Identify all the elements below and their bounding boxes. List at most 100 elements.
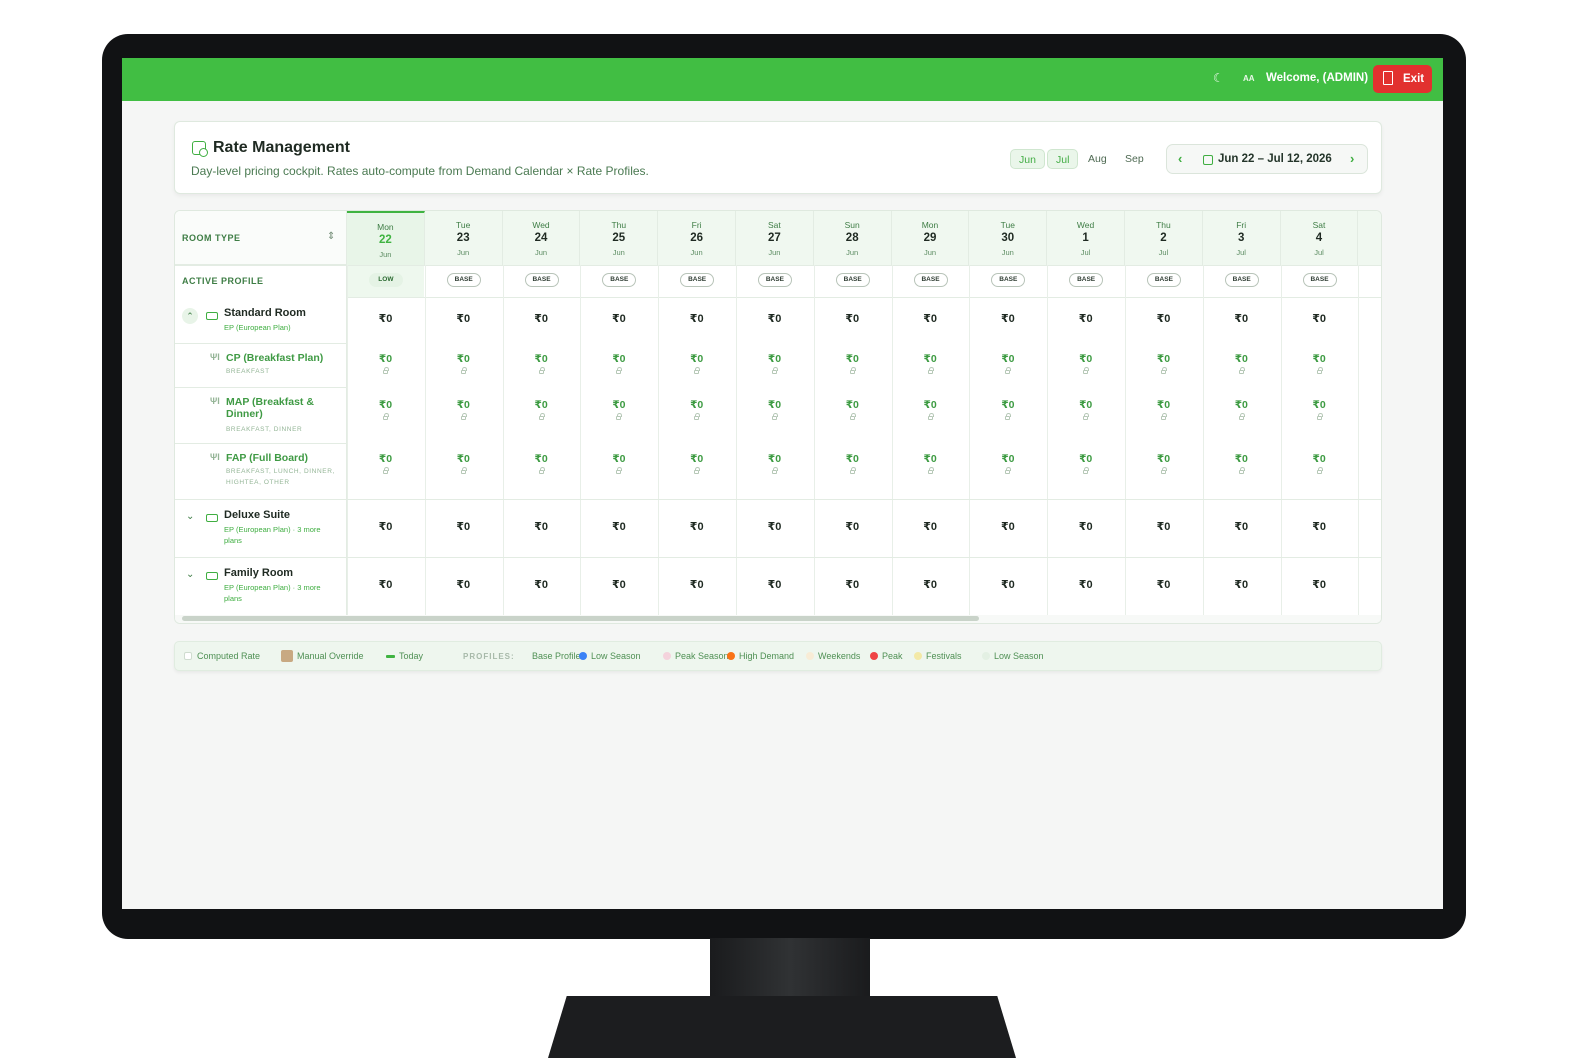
profile-badge[interactable]: BASE <box>991 273 1026 287</box>
rate-cell[interactable]: ₹0 <box>658 578 735 591</box>
rate-cell[interactable]: ₹0 <box>425 312 502 325</box>
profile-badge[interactable]: BASE <box>757 273 792 287</box>
rate-cell[interactable]: ₹0 <box>1047 453 1124 465</box>
profile-badge[interactable]: LOW <box>368 273 403 287</box>
rate-cell[interactable]: ₹0 <box>814 353 891 365</box>
rate-cell[interactable]: ₹0 <box>658 520 735 533</box>
rate-cell[interactable]: ₹0 <box>1203 520 1280 533</box>
rate-cell[interactable]: ₹0 <box>814 578 891 591</box>
profile-badge[interactable]: BASE <box>680 273 715 287</box>
rate-cell[interactable]: ₹0 <box>814 520 891 533</box>
moon-icon[interactable]: ☾ <box>1213 71 1224 85</box>
profile-badge[interactable]: BASE <box>835 273 870 287</box>
month-pill-aug[interactable]: Aug <box>1080 149 1115 169</box>
rate-cell[interactable]: ₹0 <box>736 453 813 465</box>
rate-cell[interactable]: ₹0 <box>969 520 1046 533</box>
rate-cell[interactable]: ₹0 <box>1203 453 1280 465</box>
rate-cell[interactable]: ₹0 <box>503 353 580 365</box>
rate-cell[interactable]: ₹0 <box>1125 578 1202 591</box>
rate-cell[interactable]: ₹0 <box>658 353 735 365</box>
rate-cell[interactable]: ₹0 <box>969 399 1046 411</box>
profile-badge[interactable]: BASE <box>1146 273 1181 287</box>
rate-cell[interactable]: ₹0 <box>736 399 813 411</box>
rate-cell[interactable]: ₹0 <box>425 578 502 591</box>
rate-cell[interactable]: ₹0 <box>736 578 813 591</box>
rate-cell[interactable]: ₹0 <box>425 353 502 365</box>
rate-cell[interactable]: ₹0 <box>892 399 969 411</box>
rate-cell[interactable]: ₹0 <box>1203 312 1280 325</box>
rate-cell[interactable]: ₹0 <box>1125 353 1202 365</box>
rate-cell[interactable]: ₹0 <box>892 353 969 365</box>
rate-cell[interactable]: ₹0 <box>503 312 580 325</box>
chevron-down-icon[interactable]: ⌄ <box>186 511 194 522</box>
rate-cell[interactable]: ₹0 <box>580 353 657 365</box>
rate-cell[interactable]: ₹0 <box>425 520 502 533</box>
rate-cell[interactable]: ₹0 <box>425 453 502 465</box>
rate-cell[interactable]: ₹0 <box>892 312 969 325</box>
date-range-picker[interactable]: ‹ Jun 22 – Jul 12, 2026 › <box>1166 144 1368 174</box>
rate-cell[interactable]: ₹0 <box>1125 453 1202 465</box>
rate-cell[interactable]: ₹0 <box>503 578 580 591</box>
rate-cell[interactable]: ₹0 <box>347 312 424 325</box>
rate-cell[interactable]: ₹0 <box>1203 578 1280 591</box>
rate-cell[interactable]: ₹0 <box>736 312 813 325</box>
rate-cell[interactable]: ₹0 <box>347 453 424 465</box>
profile-badge[interactable]: BASE <box>524 273 559 287</box>
rate-cell[interactable]: ₹0 <box>580 520 657 533</box>
rate-cell[interactable]: ₹0 <box>969 353 1046 365</box>
horizontal-scrollbar[interactable] <box>182 616 979 621</box>
rate-cell[interactable]: ₹0 <box>1203 399 1280 411</box>
profile-badge[interactable]: BASE <box>1302 273 1337 287</box>
month-pill-jun[interactable]: Jun <box>1010 149 1045 169</box>
rate-cell[interactable]: ₹0 <box>1047 399 1124 411</box>
rate-cell[interactable]: ₹0 <box>347 399 424 411</box>
chevron-right-icon[interactable]: › <box>1350 151 1354 166</box>
rate-cell[interactable]: ₹0 <box>503 453 580 465</box>
rate-cell[interactable]: ₹0 <box>1281 453 1358 465</box>
rate-cell[interactable]: ₹0 <box>658 312 735 325</box>
rate-cell[interactable]: ₹0 <box>1047 520 1124 533</box>
rate-cell[interactable]: ₹0 <box>969 453 1046 465</box>
rate-cell[interactable]: ₹0 <box>1125 312 1202 325</box>
rate-cell[interactable]: ₹0 <box>814 312 891 325</box>
rate-cell[interactable]: ₹0 <box>1047 578 1124 591</box>
profile-badge[interactable]: BASE <box>1069 273 1104 287</box>
rate-cell[interactable]: ₹0 <box>347 353 424 365</box>
exit-button[interactable]: Exit <box>1373 65 1432 93</box>
rate-cell[interactable]: ₹0 <box>736 520 813 533</box>
profile-badge[interactable]: BASE <box>1224 273 1259 287</box>
chevron-down-icon[interactable]: ⌄ <box>186 569 194 580</box>
rate-cell[interactable]: ₹0 <box>814 453 891 465</box>
meal-plan-cell[interactable] <box>175 343 347 387</box>
rate-cell[interactable]: ₹0 <box>1281 353 1358 365</box>
font-size-icon[interactable]: AA <box>1243 74 1255 83</box>
month-pill-jul[interactable]: Jul <box>1047 149 1079 169</box>
room-type-cell[interactable] <box>175 297 347 343</box>
rate-cell[interactable]: ₹0 <box>1281 312 1358 325</box>
rate-cell[interactable]: ₹0 <box>580 399 657 411</box>
chevron-up-icon[interactable]: ⌃ <box>182 308 198 324</box>
rate-cell[interactable]: ₹0 <box>580 453 657 465</box>
rate-cell[interactable]: ₹0 <box>1047 353 1124 365</box>
rate-cell[interactable]: ₹0 <box>658 453 735 465</box>
profile-badge[interactable]: BASE <box>913 273 948 287</box>
sort-icon[interactable]: ⇕ <box>327 231 335 242</box>
rate-cell[interactable]: ₹0 <box>580 312 657 325</box>
rate-cell[interactable]: ₹0 <box>425 399 502 411</box>
rate-cell[interactable]: ₹0 <box>969 312 1046 325</box>
profile-badge[interactable]: BASE <box>446 273 481 287</box>
rate-cell[interactable]: ₹0 <box>1125 520 1202 533</box>
rate-cell[interactable]: ₹0 <box>736 353 813 365</box>
rate-cell[interactable]: ₹0 <box>1125 399 1202 411</box>
rate-cell[interactable]: ₹0 <box>969 578 1046 591</box>
rate-cell[interactable]: ₹0 <box>1047 312 1124 325</box>
room-type-header[interactable]: ROOM TYPE ⇕ <box>175 211 347 265</box>
rate-cell[interactable]: ₹0 <box>892 453 969 465</box>
rate-cell[interactable]: ₹0 <box>503 399 580 411</box>
rate-cell[interactable]: ₹0 <box>1281 578 1358 591</box>
profile-badge[interactable]: BASE <box>602 273 637 287</box>
chevron-left-icon[interactable]: ‹ <box>1178 151 1182 166</box>
rate-cell[interactable]: ₹0 <box>1281 399 1358 411</box>
rate-cell[interactable]: ₹0 <box>1203 353 1280 365</box>
rate-cell[interactable]: ₹0 <box>658 399 735 411</box>
